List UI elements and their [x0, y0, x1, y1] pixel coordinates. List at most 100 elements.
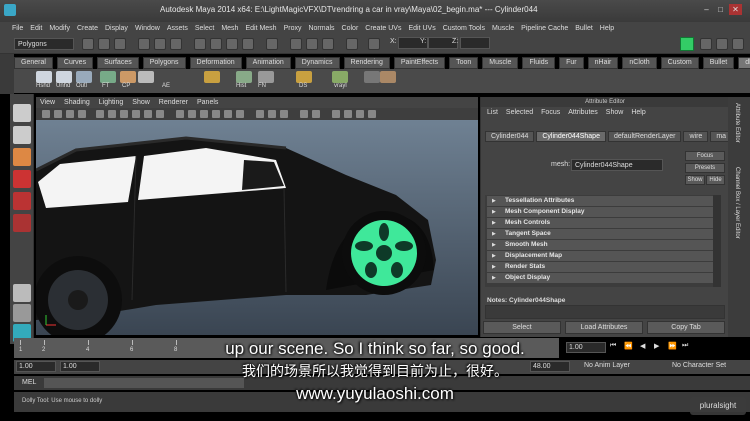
menu-mesh[interactable]: Mesh [221, 25, 238, 32]
shelf-tab-ncloth[interactable]: nCloth [622, 57, 657, 69]
ae-tab-cylinder044shape[interactable]: Cylinder044Shape [536, 131, 606, 142]
smooth-shade-icon[interactable] [188, 110, 196, 118]
menu-color[interactable]: Color [342, 25, 359, 32]
snap-curve-icon[interactable] [210, 38, 222, 50]
input-field-mode-icon[interactable] [346, 38, 358, 50]
maximize-button[interactable]: □ [714, 4, 727, 15]
shelf-tab-custom[interactable]: Custom [660, 57, 699, 69]
viewport-menu-panels[interactable]: Panels [197, 99, 218, 106]
transform-mode-icon[interactable] [368, 38, 380, 50]
unhide-icon[interactable] [56, 71, 72, 83]
image-plane-icon[interactable] [78, 110, 86, 118]
shelf-tab-deformation[interactable]: Deformation [189, 57, 242, 69]
menu-create-uvs[interactable]: Create UVs [365, 25, 401, 32]
normals-icon[interactable] [258, 71, 274, 83]
new-scene-icon[interactable] [82, 38, 94, 50]
menu-edit[interactable]: Edit [30, 25, 42, 32]
section-tangent-space[interactable]: Tangent Space [487, 229, 713, 239]
grid-icon[interactable] [96, 110, 104, 118]
menu-edit-uvs[interactable]: Edit UVs [408, 25, 435, 32]
wireframe-on-shaded-icon[interactable] [200, 110, 208, 118]
minimize-button[interactable]: – [700, 4, 713, 15]
attribute-editor-shelf-icon[interactable] [138, 71, 154, 83]
wireframe-icon[interactable] [176, 110, 184, 118]
vray-sphere-icon[interactable] [364, 71, 380, 83]
viewport-menu-shading[interactable]: Shading [64, 99, 90, 106]
shelf-tab-bullet[interactable]: Bullet [702, 57, 735, 69]
shelf-tab-general[interactable]: General [14, 57, 53, 69]
save-scene-icon[interactable] [114, 38, 126, 50]
center-pivot-icon[interactable] [120, 71, 136, 83]
attribute-editor-scrollbar[interactable] [713, 195, 721, 287]
shelf-tab-fluids[interactable]: Fluids [522, 57, 556, 69]
menu-display[interactable]: Display [105, 25, 128, 32]
outliner-icon[interactable] [76, 71, 92, 83]
section-tessellation-attributes[interactable]: Tessellation Attributes [487, 196, 713, 206]
hide-shading-icon[interactable] [36, 71, 52, 83]
snap-point-icon[interactable] [226, 38, 238, 50]
select-hierarchy-icon[interactable] [138, 38, 150, 50]
render-settings-icon[interactable] [322, 38, 334, 50]
show-button[interactable]: Show [685, 175, 705, 185]
load-attributes-button[interactable]: Load Attributes [565, 321, 643, 334]
high-quality-icon[interactable] [312, 110, 320, 118]
shelf-tab-dynamics[interactable]: Dynamics [294, 57, 340, 69]
menu-file[interactable]: File [12, 25, 23, 32]
ae-menu-attributes[interactable]: Attributes [568, 109, 598, 116]
section-object-display[interactable]: Object Display [487, 273, 713, 283]
vray-dome-icon[interactable] [380, 71, 396, 83]
copy-tab-button[interactable]: Copy Tab [647, 321, 725, 334]
shelf-tab-curves[interactable]: Curves [56, 57, 94, 69]
focus-button[interactable]: Focus [685, 151, 725, 161]
viewport-menu-show[interactable]: Show [132, 99, 150, 106]
menu-custom-tools[interactable]: Custom Tools [443, 25, 485, 32]
ipr-render-icon[interactable] [306, 38, 318, 50]
bookmark-icon[interactable] [66, 110, 74, 118]
menu-normals[interactable]: Normals [308, 25, 334, 32]
gate-mask-icon[interactable] [132, 110, 140, 118]
shelf-tab-animation[interactable]: Animation [245, 57, 291, 69]
menu-proxy[interactable]: Proxy [284, 25, 302, 32]
shelf-tab-muscle[interactable]: Muscle [482, 57, 519, 69]
attribute-editor-icon[interactable] [700, 38, 712, 50]
shelf-tab-polygons[interactable]: Polygons [142, 57, 186, 69]
shelf-tab-dlff[interactable]: dlff [738, 57, 750, 69]
tool-settings-icon[interactable] [716, 38, 728, 50]
menu-help[interactable]: Help [600, 25, 614, 32]
shelf-tab-surfaces[interactable]: Surfaces [97, 57, 139, 69]
ae-menu-list[interactable]: List [487, 109, 498, 116]
select-tool-icon[interactable] [13, 104, 31, 122]
menu-window[interactable]: Window [135, 25, 160, 32]
menu-bullet[interactable]: Bullet [575, 25, 593, 32]
menu-pipeline-cache[interactable]: Pipeline Cache [521, 25, 568, 32]
menu-muscle[interactable]: Muscle [492, 25, 514, 32]
ae-tab-cylinder044[interactable]: Cylinder044 [485, 131, 535, 142]
resolution-gate-icon[interactable] [120, 110, 128, 118]
x-ray-icon[interactable] [256, 110, 264, 118]
display-smooth-icon[interactable] [296, 71, 312, 83]
close-button[interactable]: ✕ [729, 4, 742, 15]
hide-button[interactable]: Hide [706, 175, 725, 185]
ae-tab-defaultrenderlayer[interactable]: defaultRenderLayer [607, 131, 682, 142]
ae-menu-selected[interactable]: Selected [506, 109, 533, 116]
vray-light-icon[interactable] [332, 71, 348, 83]
anti-aliasing-icon[interactable] [356, 110, 364, 118]
channel-box-icon[interactable] [732, 38, 744, 50]
history-delete-icon[interactable] [236, 71, 252, 83]
menu-assets[interactable]: Assets [167, 25, 188, 32]
ambient-occlusion-icon[interactable] [332, 110, 340, 118]
snap-plane-icon[interactable] [242, 38, 254, 50]
x-ray-joints-icon[interactable] [268, 110, 276, 118]
menu-select[interactable]: Select [195, 25, 214, 32]
scale-tool-icon[interactable] [13, 214, 31, 232]
use-all-lights-icon[interactable] [224, 110, 232, 118]
freeze-transform-icon[interactable] [100, 71, 116, 83]
uv-grid-icon[interactable] [204, 71, 220, 83]
lasso-tool-icon[interactable] [13, 126, 31, 144]
select-object-icon[interactable] [154, 38, 166, 50]
depth-of-field-icon[interactable] [368, 110, 376, 118]
perspective-viewport[interactable] [36, 120, 478, 335]
ae-menu-show[interactable]: Show [606, 109, 624, 116]
rotate-tool-icon[interactable] [13, 192, 31, 210]
menu-modify[interactable]: Modify [49, 25, 70, 32]
